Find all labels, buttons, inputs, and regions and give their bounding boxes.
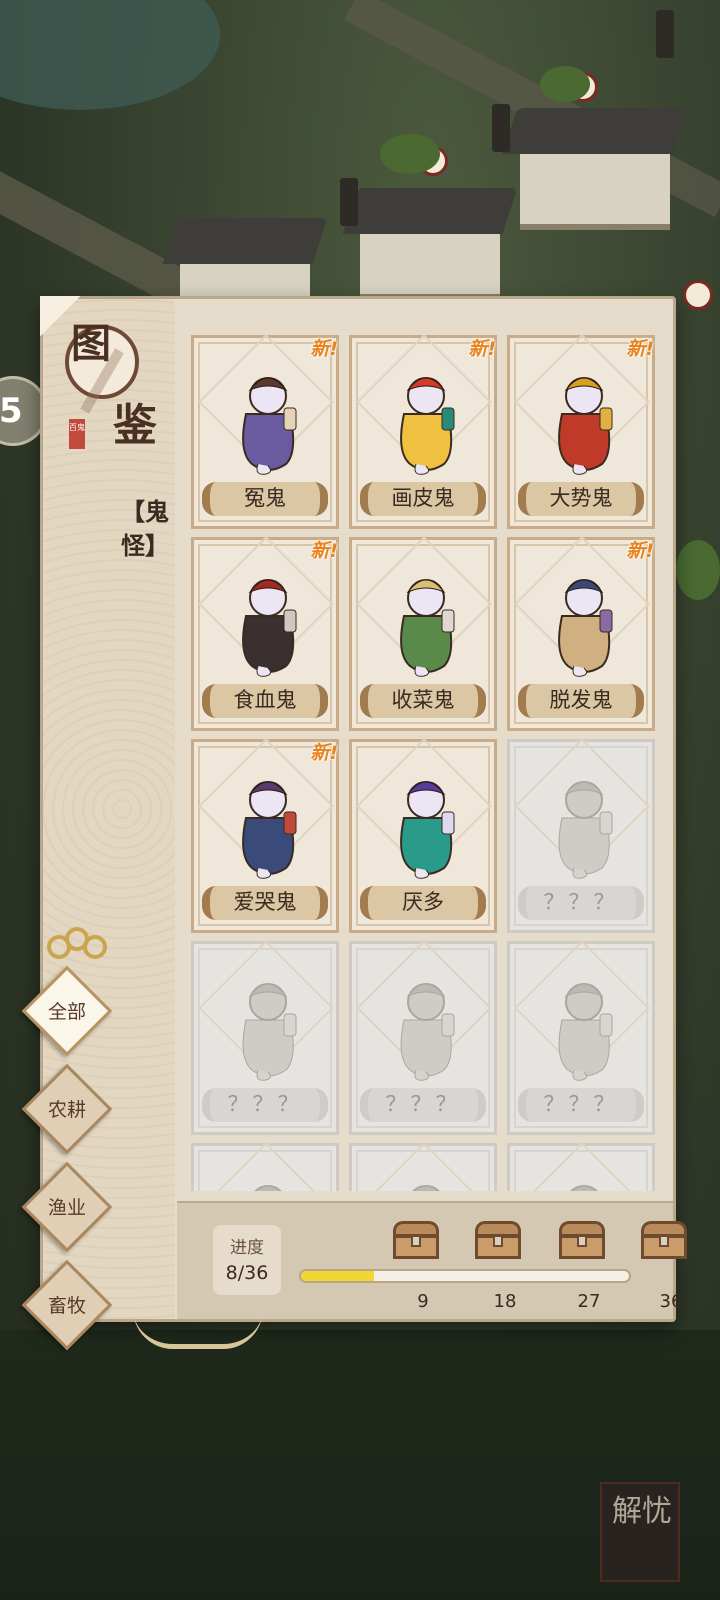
new-badge: 新! bbox=[626, 540, 654, 562]
card-name-label: 大势鬼 bbox=[518, 482, 644, 516]
collection-card[interactable] bbox=[507, 1142, 655, 1191]
encyclopedia-panel: 图 鉴 百鬼 【鬼怪】 全部 农耕 渔业 畜牧 冤鬼 新! 画皮鬼 新! 大势鬼 新! 食血… bbox=[21, 296, 687, 1351]
collection-card[interactable]: 收菜鬼 bbox=[349, 536, 497, 731]
category-label: 【鬼怪】 bbox=[121, 498, 169, 560]
panel-title-char-1: 图 bbox=[71, 320, 111, 367]
ghost-portrait-icon bbox=[558, 579, 613, 677]
ghost-portrait-icon bbox=[254, 1185, 282, 1191]
stamp-label: 解忧 bbox=[612, 1494, 672, 1529]
collection-card[interactable]: ？？？ bbox=[507, 738, 655, 933]
shop-sign bbox=[340, 178, 358, 226]
card-name-label: 收菜鬼 bbox=[360, 684, 486, 718]
shop-sign bbox=[492, 104, 510, 152]
ghost-portrait-icon bbox=[242, 983, 297, 1081]
milestone-label: 27 bbox=[577, 1291, 601, 1312]
card-name-label: ？？？ bbox=[518, 1088, 644, 1122]
new-badge: 新! bbox=[310, 742, 338, 764]
new-badge: 新! bbox=[626, 338, 654, 360]
new-badge: 新! bbox=[468, 338, 496, 360]
collection-card[interactable]: 大势鬼 新! bbox=[507, 335, 655, 529]
ghost-portrait-icon bbox=[242, 377, 297, 475]
milestone-label: 18 bbox=[493, 1291, 517, 1312]
tree bbox=[676, 540, 720, 600]
tab-all[interactable]: 全部 bbox=[21, 965, 113, 1057]
milestone-label: 36 bbox=[659, 1291, 683, 1312]
card-name-label: 爱哭鬼 bbox=[202, 886, 328, 920]
progress-footer: 进度 8/36 9 18 27 36 bbox=[177, 1201, 687, 1319]
tab-fishing[interactable]: 渔业 bbox=[21, 1161, 113, 1253]
card-name-label: ？？？ bbox=[518, 886, 644, 920]
ghost-portrait-icon bbox=[570, 1185, 598, 1191]
progress-label-box: 进度 8/36 bbox=[213, 1225, 281, 1295]
collection-card[interactable]: 冤鬼 新! bbox=[191, 335, 339, 529]
shop-sign bbox=[656, 10, 674, 58]
collection-card[interactable]: 厌多 bbox=[349, 738, 497, 933]
ghost-portrait-icon bbox=[242, 781, 297, 879]
red-seal-stamp: 百鬼 bbox=[69, 419, 85, 449]
ghost-portrait-icon bbox=[400, 377, 455, 475]
tab-label: 全部 bbox=[47, 1001, 86, 1023]
collection-card[interactable]: 爱哭鬼 新! bbox=[191, 738, 339, 933]
ghost-portrait-icon bbox=[558, 377, 613, 475]
ghost-portrait-icon bbox=[558, 983, 613, 1081]
card-name-label: 脱发鬼 bbox=[518, 684, 644, 718]
house bbox=[502, 108, 688, 230]
tree bbox=[540, 66, 590, 102]
collection-card[interactable]: ？？？ bbox=[507, 940, 655, 1135]
tab-label: 渔业 bbox=[47, 1197, 86, 1219]
tab-label: 畜牧 bbox=[47, 1295, 86, 1317]
ghost-portrait-icon bbox=[242, 579, 297, 677]
ghost-portrait-icon bbox=[558, 781, 613, 879]
dispel-worry-stamp-button[interactable]: 解忧 bbox=[600, 1482, 680, 1582]
progress-bar bbox=[299, 1269, 631, 1283]
house bbox=[342, 188, 518, 300]
ghost-portrait-icon bbox=[412, 1185, 440, 1191]
card-grid[interactable]: 冤鬼 新! 画皮鬼 新! 大势鬼 新! 食血鬼 新! 收菜鬼 脱发鬼 新! 爱哭鬼 新! 厌多？？？？？？… bbox=[191, 335, 665, 1191]
collection-card[interactable]: ？？？ bbox=[349, 940, 497, 1135]
card-name-label: 画皮鬼 bbox=[360, 482, 486, 516]
knot-ornament-icon bbox=[47, 927, 107, 967]
collection-card[interactable] bbox=[191, 1142, 339, 1191]
tree bbox=[380, 134, 440, 174]
new-badge: 新! bbox=[310, 540, 338, 562]
villager-bubble-icon[interactable] bbox=[683, 280, 713, 310]
ghost-portrait-icon bbox=[400, 579, 455, 677]
tab-farming[interactable]: 农耕 bbox=[21, 1063, 113, 1155]
progress-value: 8/36 bbox=[225, 1262, 269, 1284]
tab-livestock[interactable]: 畜牧 bbox=[21, 1259, 113, 1351]
collection-card[interactable]: 脱发鬼 新! bbox=[507, 536, 655, 731]
reward-chest-icon[interactable] bbox=[393, 1221, 439, 1259]
progress-label: 进度 bbox=[230, 1238, 264, 1258]
card-name-label: 食血鬼 bbox=[202, 684, 328, 718]
card-name-label: ？？？ bbox=[202, 1088, 328, 1122]
card-name-label: 厌多 bbox=[360, 886, 486, 920]
collection-card[interactable]: 画皮鬼 新! bbox=[349, 335, 497, 529]
panel-title-char-2: 鉴 bbox=[113, 400, 157, 451]
reward-chest-icon[interactable] bbox=[641, 1221, 687, 1259]
reward-chest-icon[interactable] bbox=[475, 1221, 521, 1259]
card-name-label: ？？？ bbox=[360, 1088, 486, 1122]
ghost-portrait-icon bbox=[400, 983, 455, 1081]
ghost-portrait-icon bbox=[400, 781, 455, 879]
milestone-label: 9 bbox=[417, 1291, 429, 1312]
card-name-label: 冤鬼 bbox=[202, 482, 328, 516]
collection-card[interactable] bbox=[349, 1142, 497, 1191]
progress-bar-fill bbox=[301, 1271, 374, 1281]
collection-card[interactable]: ？？？ bbox=[191, 940, 339, 1135]
reward-chest-icon[interactable] bbox=[559, 1221, 605, 1259]
new-badge: 新! bbox=[310, 338, 338, 360]
tab-label: 农耕 bbox=[47, 1099, 86, 1121]
collection-card[interactable]: 食血鬼 新! bbox=[191, 536, 339, 731]
